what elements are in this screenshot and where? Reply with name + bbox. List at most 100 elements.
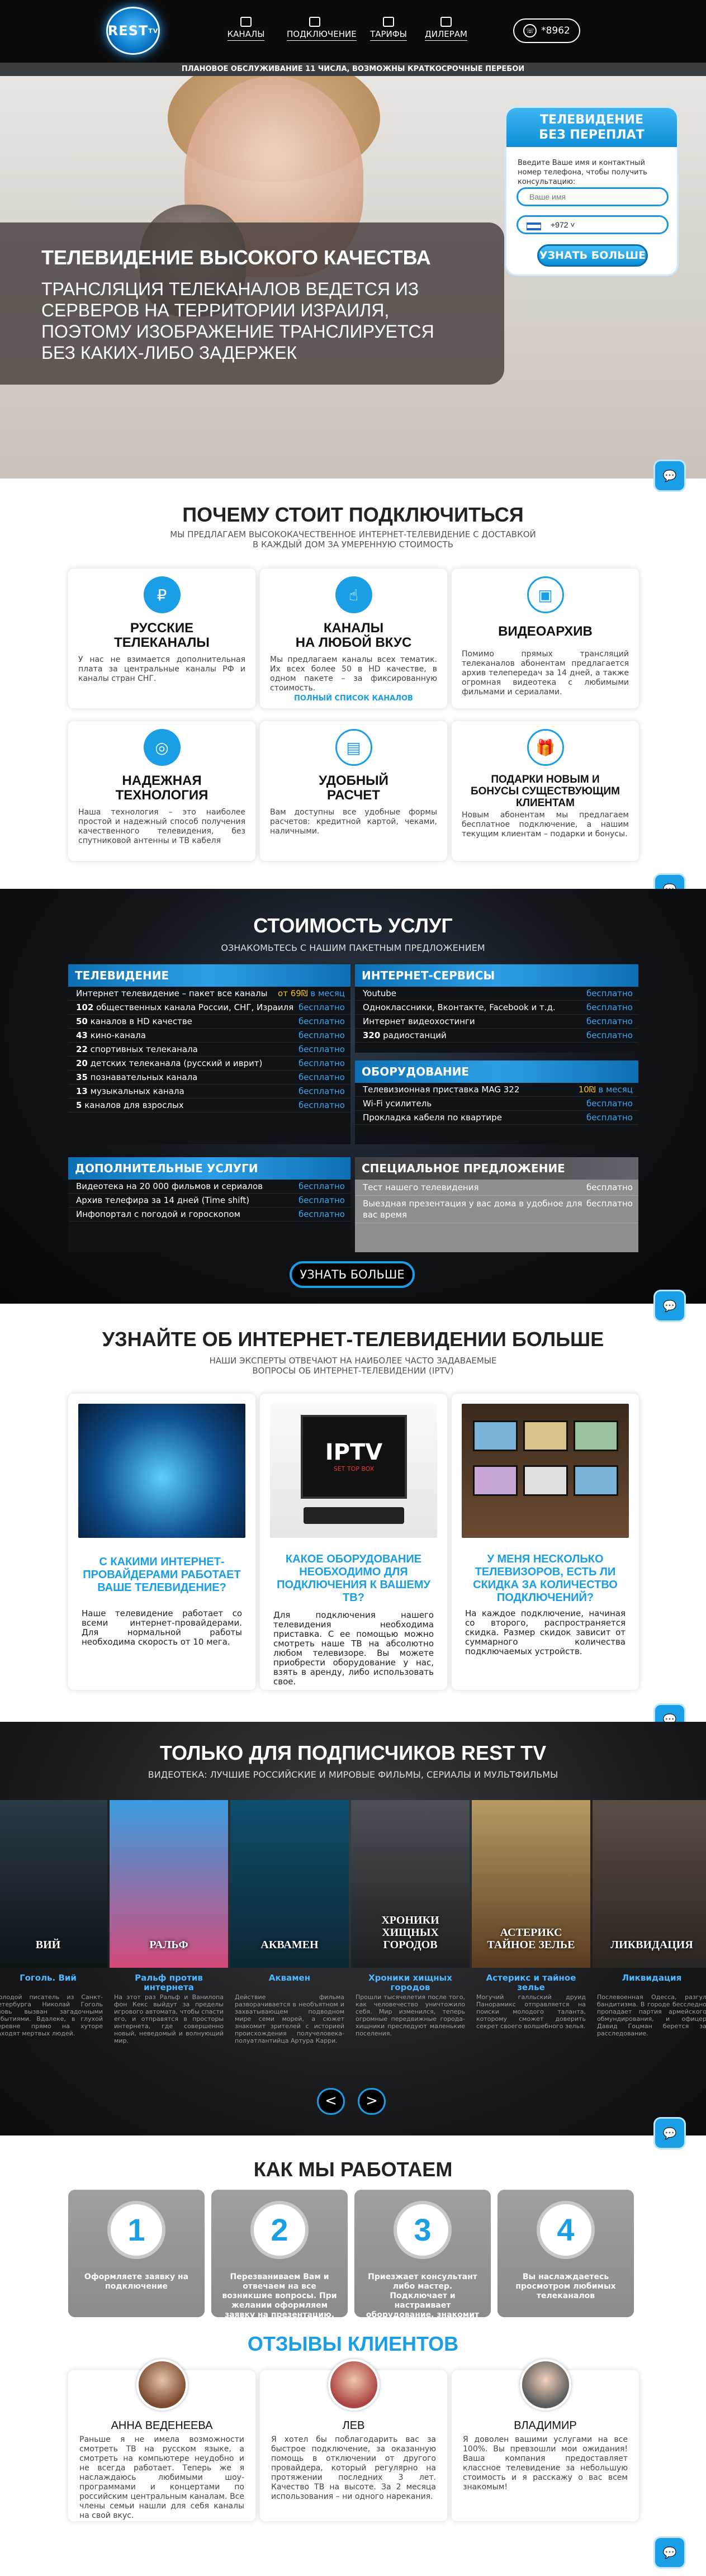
feature-title-2: БОНУСЫ СУЩЕСТВУЮЩИМ КЛИЕНТАМ: [470, 785, 620, 809]
step-card: 3 Приезжает консультант либо мастер. Подк…: [354, 2190, 491, 2329]
movie-poster[interactable]: АСТЕРИКС ТАЙНОЕ ЗЕЛЬЕ: [472, 1800, 590, 1968]
price-period: бесплатно: [586, 1098, 633, 1109]
price-period: бесплатно: [298, 1016, 345, 1026]
form-title-line1: ТЕЛЕВИДЕНИЕ: [540, 113, 643, 127]
carousel-next-button[interactable]: >: [358, 2088, 386, 2115]
chat-icon[interactable]: 💬: [655, 2538, 684, 2567]
price-row-value: бесплатно: [298, 1085, 345, 1098]
feature-title: РУССКИЕ: [130, 621, 194, 636]
set-top-box: [304, 1507, 404, 1524]
feature-title: ПОДАРКИ НОВЫМ И: [491, 774, 600, 785]
nav-channels[interactable]: КАНАЛЫ: [218, 17, 274, 41]
step-card: 2 Перезваниваем Вам и отвечаем на все воз…: [211, 2190, 348, 2329]
chat-icon[interactable]: 💬: [655, 1291, 684, 1320]
price-period: бесплатно: [586, 1030, 633, 1040]
price-row-label: Интернет телевидение – пакет все каналы: [76, 987, 267, 1000]
chat-icon[interactable]: 💬: [655, 2119, 684, 2148]
network-cable-image: [78, 1404, 245, 1538]
faq-subtitle-1: НАШИ ЭКСПЕРТЫ ОТВЕЧАЮТ НА НАИБОЛЕЕ ЧАСТО…: [209, 1356, 497, 1366]
price-period: бесплатно: [298, 1002, 345, 1012]
price-period: в месяц: [310, 988, 345, 998]
movie-poster[interactable]: ЛИКВИДАЦИЯ: [593, 1800, 706, 1968]
price-row-text: детских телеканала (русский и иврит): [90, 1058, 263, 1068]
price-row-count: 102: [76, 1002, 94, 1012]
movie-title[interactable]: Гоголь. Вий: [0, 1973, 107, 1983]
movie-description: Могучий галльский друид Панорамикс отпра…: [476, 1993, 586, 2030]
price-row-text: Интернет видеохостинги: [363, 1016, 475, 1026]
movie-title[interactable]: Астерикс и тайное зелье: [472, 1973, 590, 1992]
tv-icon: [240, 17, 252, 27]
name-input[interactable]: [517, 187, 669, 206]
why-title: ПОЧЕМУ СТОИТ ПОДКЛЮЧИТЬСЯ: [182, 503, 524, 526]
faq-card: IPTV SET TOP BOX КАКОЕ ОБОРУДОВАНИЕ НЕОБХ…: [260, 1394, 447, 1690]
phone-button[interactable]: ☏ *8962: [513, 18, 580, 43]
price-row-value: бесплатно: [586, 1111, 633, 1124]
movie-poster[interactable]: ХРОНИКИ ХИЩНЫХ ГОРОДОВ: [351, 1800, 470, 1968]
chat-icon[interactable]: 💬: [655, 461, 684, 490]
price-row-value: бесплатно: [298, 1208, 345, 1221]
nav-label: КАНАЛЫ: [227, 29, 265, 41]
movie-title[interactable]: Ликвидация: [593, 1973, 706, 1983]
price-amount: от 69₪: [278, 988, 308, 998]
target-icon: ◎: [143, 729, 181, 766]
price-row-label: Инфопортал с погодой и гороскопом: [76, 1208, 240, 1221]
price-row-value: бесплатно: [298, 1180, 345, 1193]
learn-more-button[interactable]: УЗНАТЬ БОЛЬШЕ: [290, 1261, 415, 1288]
review-card: АННА ВЕДЕНЕЕВА Раньше я не имела возможн…: [68, 2359, 255, 2521]
channel-list-link[interactable]: ПОЛНЫЙ СПИСОК КАНАЛОВ: [260, 694, 447, 703]
feature-text: У нас не взимается дополнительная плата …: [78, 655, 245, 683]
faq-answer: Для подключения нашего телевидения необх…: [273, 1610, 434, 1687]
price-row-value: от 69₪ в месяц: [278, 987, 345, 1000]
movie-poster[interactable]: ВИЙ: [0, 1800, 107, 1968]
hero-subtitle: ТРАНСЛЯЦИЯ ТЕЛЕКАНАЛОВ ВЕДЕТСЯ ИЗ СЕРВЕР…: [41, 279, 434, 363]
price-row: Телевизионная приставка MAG 322 10₪ в мес…: [355, 1083, 638, 1097]
movie-description: Прошли тысячелетия после того, как челов…: [356, 1993, 465, 2037]
tv-screen: [523, 1465, 568, 1496]
feature-title: УДОБНЫЙ: [319, 773, 388, 788]
feature-text: Наша технология – это наиболее простой и…: [78, 808, 245, 845]
price-row: Тест нашего телевидения бесплатно: [355, 1180, 638, 1196]
price-row-label: 5 каналов для взрослых: [76, 1098, 184, 1112]
price-row-value: бесплатно: [298, 1015, 345, 1028]
movie-poster[interactable]: АКВАМЕН: [230, 1800, 349, 1968]
price-row-label: 320 радиостанций: [363, 1029, 447, 1042]
price-row: Интернет телевидение – пакет все каналы о…: [68, 987, 350, 1001]
movie-title[interactable]: Аквамен: [230, 1973, 349, 1983]
price-row: 35 познавательных канала бесплатно: [68, 1071, 350, 1085]
pricing-subtitle: ОЗНАКОМЬТЕСЬ С НАШИМ ПАКЕТНЫМ ПРЕДЛОЖЕНИ…: [221, 943, 485, 953]
reviewer-name: ЛЕВ: [342, 2419, 365, 2432]
movie-description: Действие фильма разворачивается в необъя…: [235, 1993, 344, 2044]
equipment-price-rows: Телевизионная приставка MAG 322 10₪ в мес…: [355, 1083, 638, 1125]
submit-button[interactable]: УЗНАТЬ БОЛЬШЕ: [537, 244, 648, 267]
nav-connection[interactable]: ПОДКЛЮЧЕНИЕ: [287, 17, 357, 41]
feature-card: 🎁 ПОДАРКИ НОВЫМ И БОНУСЫ СУЩЕСТВУЮЩИМ КЛ…: [452, 721, 639, 861]
multiple-tvs-image: [462, 1404, 629, 1538]
carousel-prev-button[interactable]: <: [317, 2088, 345, 2115]
feature-text: Помимо прямых трансляций телеканалов або…: [462, 650, 629, 697]
movie-title[interactable]: Ральф против интернета: [110, 1973, 228, 1992]
phone-number: *8962: [541, 25, 570, 36]
iptv-box-image: IPTV SET TOP BOX: [270, 1404, 437, 1538]
movie-poster[interactable]: РАЛЬФ: [110, 1800, 228, 1968]
internet-price-rows: Youtube бесплатно Одноклассники, Вконтакте…: [355, 987, 638, 1043]
equipment-price-head: ОБОРУДОВАНИЕ: [355, 1060, 638, 1083]
faq-card: У МЕНЯ НЕСКОЛЬКО ТЕЛЕВИЗОРОВ, ЕСТЬ ЛИ СК…: [452, 1394, 639, 1690]
price-row: 5 каналов для взрослых бесплатно: [68, 1098, 350, 1112]
reviewer-name: АННА ВЕДЕНЕЕВА: [111, 2419, 213, 2432]
price-row-count: 320: [363, 1030, 381, 1040]
step-text: Перезваниваем Вам и отвечаем на все возн…: [222, 2272, 337, 2329]
movie-title[interactable]: Хроники хищных городов: [351, 1973, 470, 1992]
review-text: Я доволен вашими услугами на все 100%. В…: [463, 2435, 628, 2492]
why-subtitle-2: В КАЖДЫЙ ДОМ ЗА УМЕРЕННУЮ СТОИМОСТЬ: [252, 539, 454, 550]
israel-flag-icon[interactable]: [527, 222, 541, 230]
logo[interactable]: REST TV: [106, 7, 160, 55]
movie-poster-text: РАЛЬФ: [149, 1939, 188, 1951]
nav-tariffs[interactable]: ТАРИФЫ: [361, 17, 416, 41]
price-row-label: Интернет видеохостинги: [363, 1015, 475, 1028]
internet-price-box: ИНТЕРНЕТ-СЕРВИСЫ Youtube бесплатно Однокла…: [355, 964, 638, 1053]
movies-subtitle: ВИДЕОТЕКА: ЛУЧШИЕ РОССИЙСКИЕ И МИРОВЫЕ Ф…: [148, 1769, 558, 1780]
film-icon: ▣: [527, 576, 564, 613]
nav-dealers[interactable]: ДИЛЕРАМ: [418, 17, 474, 41]
logo-tv: TV: [148, 27, 159, 35]
price-row-label: 35 познавательных канала: [76, 1071, 197, 1084]
